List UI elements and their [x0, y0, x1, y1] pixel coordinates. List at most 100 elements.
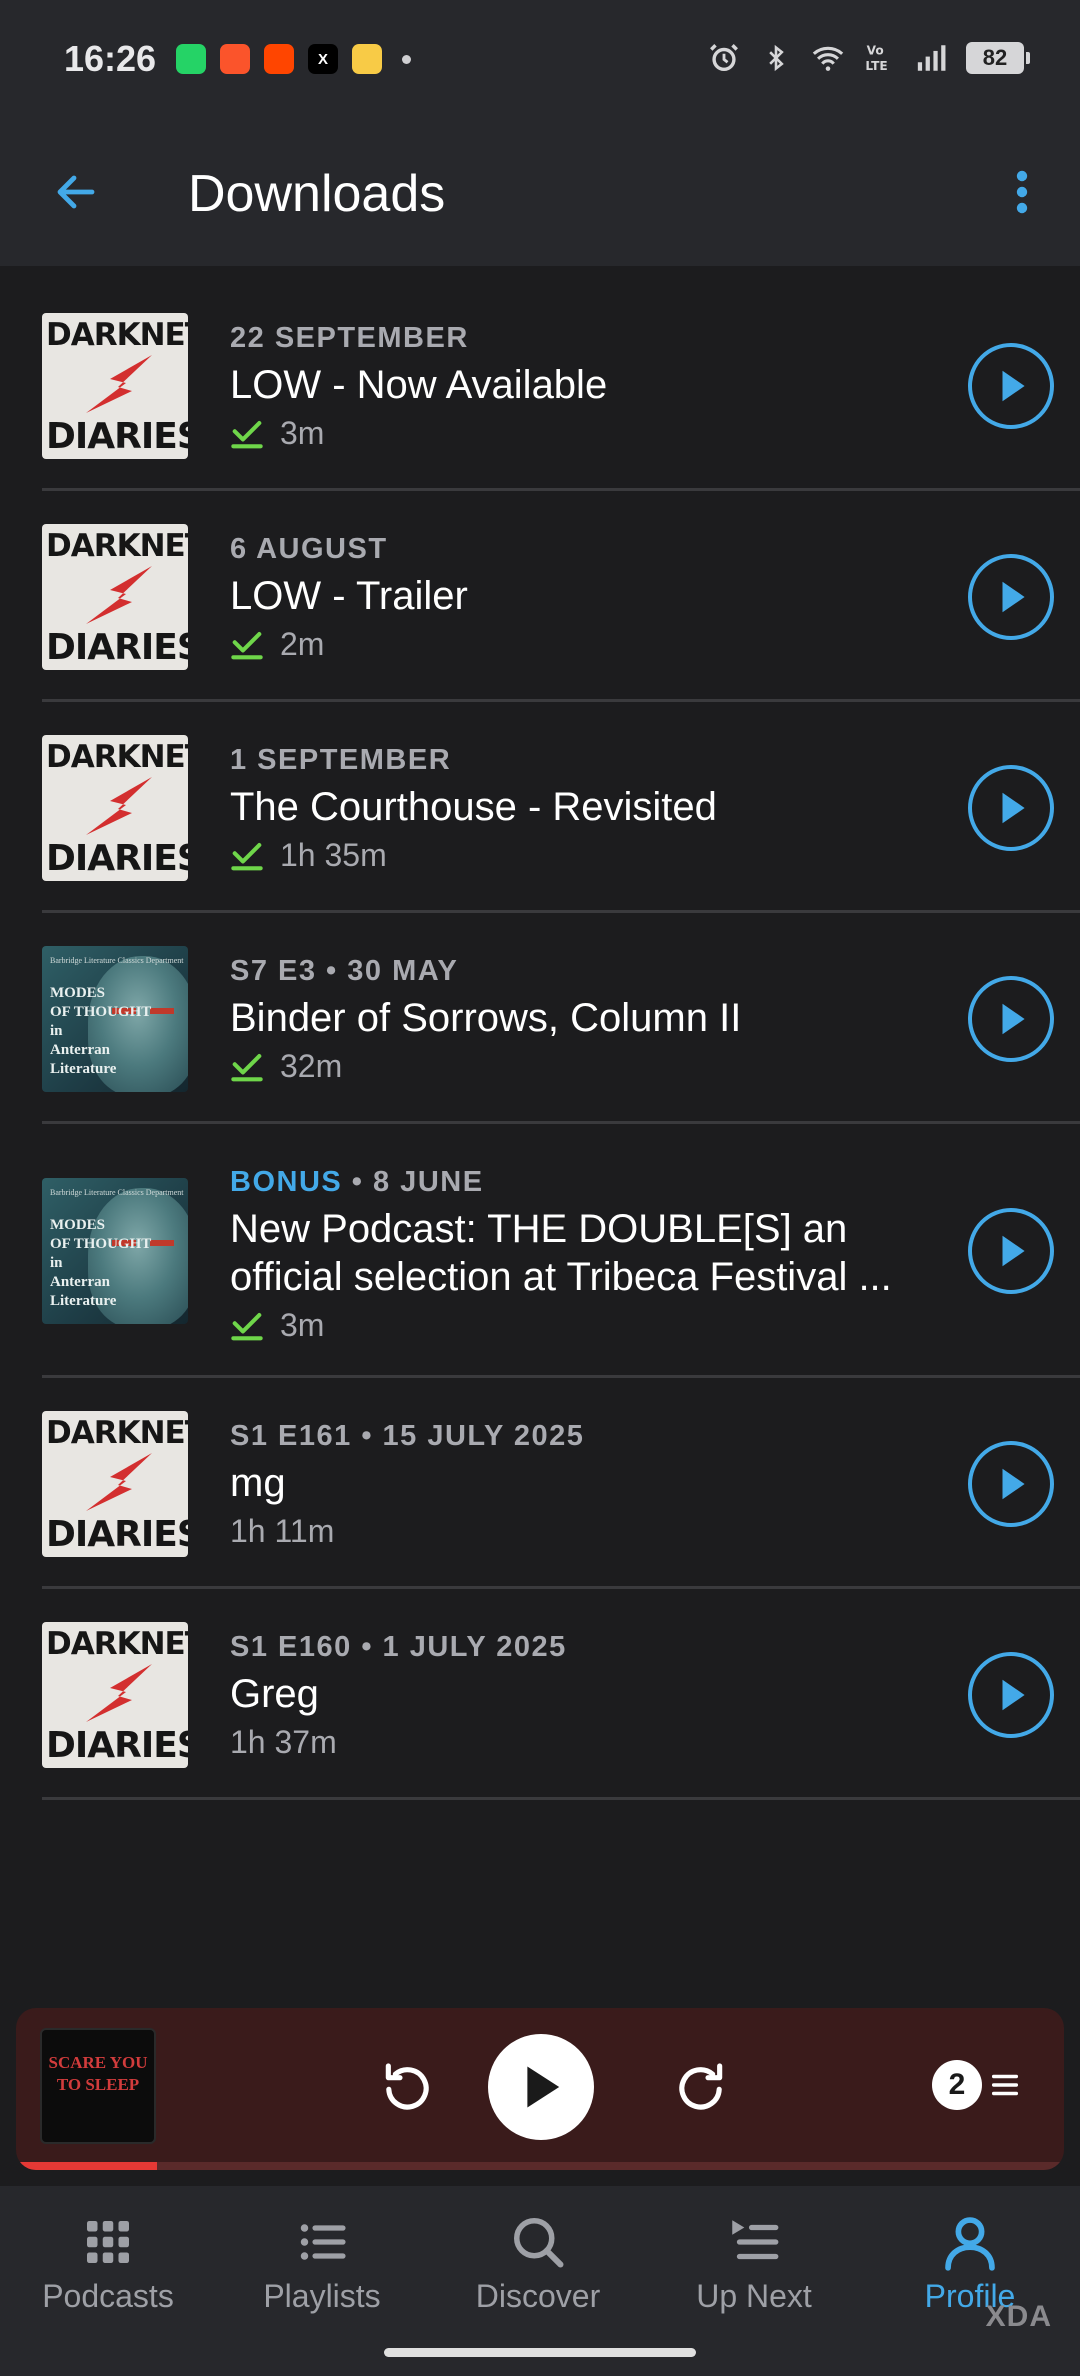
episode-play-button[interactable] — [968, 1441, 1054, 1527]
volte-icon: Vo LTE — [862, 40, 898, 76]
episode-status: 32m — [230, 1048, 930, 1085]
artwork-title-line: OF THOUGHT — [50, 1004, 152, 1020]
episode-artwork[interactable]: Barbridge Literature Classics Department… — [42, 1178, 188, 1324]
top-bar-area: 16:26 X Vo LTE 82 Downloads — [0, 0, 1080, 266]
nav-podcasts[interactable]: Podcasts — [0, 2210, 216, 2330]
artwork-title-bottom: DIARIES — [46, 1514, 188, 1555]
episode-info: 22 SEPTEMBER LOW - Now Available 3m — [230, 322, 930, 452]
skip-back-icon — [385, 2063, 429, 2110]
episode-play-button[interactable] — [968, 765, 1054, 851]
skip-forward-icon — [679, 2063, 723, 2110]
episode-artwork[interactable]: DARKNET DIARIES — [42, 524, 188, 670]
artwork-title-top: DARKNET — [46, 528, 188, 564]
episode-duration: 32m — [280, 1048, 343, 1084]
up-next-icon — [722, 2210, 786, 2274]
playback-progress[interactable] — [16, 2162, 1064, 2170]
episode-date: 1 SEPTEMBER — [230, 744, 452, 776]
playback-progress-fill — [16, 2162, 158, 2170]
episode-info: S1 E160 • 1 JULY 2025 Greg 1h 37m — [230, 1631, 930, 1761]
episode-artwork[interactable]: DARKNET DIARIES — [42, 735, 188, 881]
nav-label: Discover — [475, 2278, 601, 2314]
artwork-title: MODES OF THOUGHT in Anterran Literature — [50, 1216, 151, 1311]
artwork-title-bottom: DIARIES — [46, 416, 188, 457]
page-title: Downloads — [188, 165, 446, 223]
statue-eye — [150, 1240, 174, 1246]
artwork-title-bottom: DIARIES — [46, 838, 188, 879]
play-icon — [1002, 370, 1025, 402]
home-indicator[interactable] — [384, 2348, 696, 2357]
episode-title: mg — [230, 1461, 286, 1505]
episode-info: S7 E3 • 30 MAY Binder of Sorrows, Column … — [230, 955, 930, 1085]
episode-row[interactable]: Barbridge Literature Classics Department… — [42, 1124, 1080, 1378]
artwork-title-line: MODES — [50, 1217, 106, 1233]
episode-play-button[interactable] — [968, 554, 1054, 640]
episode-play-button[interactable] — [968, 1208, 1054, 1294]
episode-status: 1h 35m — [230, 837, 930, 874]
lightning-bolt-icon — [86, 1664, 152, 1722]
episode-title: LOW - Now Available — [230, 363, 608, 407]
artwork-title-line: Anterran — [50, 1042, 110, 1058]
episode-artwork[interactable]: DARKNET DIARIES — [42, 1622, 188, 1768]
status-bar: 16:26 X Vo LTE 82 — [0, 0, 1080, 120]
svg-text:Vo: Vo — [867, 43, 884, 57]
now-playing-artwork[interactable]: SCARE YOU TO SLEEP — [40, 2028, 156, 2144]
now-playing-art-text: SCARE YOU TO SLEEP — [48, 2053, 148, 2094]
queue-list-icon — [991, 2074, 1019, 2096]
episode-duration: 1h 35m — [280, 837, 387, 873]
episode-row[interactable]: DARKNET DIARIES S1 E161 • 15 JULY 2025 mg 1h… — [42, 1378, 1080, 1589]
episode-status: 2m — [230, 626, 930, 663]
queue-button[interactable]: 2 — [932, 2060, 1022, 2110]
mini-player[interactable]: SCARE YOU TO SLEEP 2 — [16, 2008, 1064, 2170]
episode-title: The Courthouse - Revisited — [230, 785, 717, 829]
battery-level: 82 — [982, 45, 1008, 70]
episode-list: DARKNET DIARIES 22 SEPTEMBER LOW - Now Avai… — [0, 280, 1080, 1800]
episode-row[interactable]: DARKNET DIARIES 6 AUGUST LOW - Trailer 2m — [42, 491, 1080, 702]
nav-label: Playlists — [263, 2278, 381, 2314]
episode-status: 3m — [230, 1307, 930, 1344]
artwork-title-line: MODES — [50, 985, 106, 1001]
downloaded-check-icon — [231, 420, 263, 448]
nav-discover[interactable]: Discover — [430, 2210, 646, 2330]
whatsapp-icon — [176, 44, 206, 74]
artwork-title-line: Literature — [50, 1061, 117, 1077]
episode-status: 3m — [230, 415, 930, 452]
episode-status: 1h 37m — [230, 1724, 930, 1761]
nav-up-next[interactable]: Up Next — [646, 2210, 862, 2330]
episode-artwork[interactable]: DARKNET DIARIES — [42, 1411, 188, 1557]
artwork-title-line: Literature — [50, 1293, 117, 1309]
statue-eye — [150, 1008, 174, 1014]
play-icon — [1002, 1235, 1025, 1267]
episode-info: BONUS • 8 JUNE New Podcast: THE DOUBLE[S]… — [230, 1166, 930, 1344]
episode-play-button[interactable] — [968, 343, 1054, 429]
episode-play-button[interactable] — [968, 976, 1054, 1062]
episode-row[interactable]: DARKNET DIARIES S1 E160 • 1 JULY 2025 Greg 1… — [42, 1589, 1080, 1800]
more-options-button[interactable] — [986, 156, 1058, 228]
nav-label: Podcasts — [42, 2278, 174, 2314]
episode-artwork[interactable]: Barbridge Literature Classics Department… — [42, 946, 188, 1092]
artwork-title-bottom: DIARIES — [46, 1725, 188, 1766]
episode-row[interactable]: DARKNET DIARIES 22 SEPTEMBER LOW - Now Avai… — [42, 280, 1080, 491]
artwork-title-top: DARKNET — [46, 739, 188, 775]
episode-play-button[interactable] — [968, 1652, 1054, 1738]
back-button[interactable] — [40, 156, 112, 228]
skip-back-button[interactable] — [374, 2054, 440, 2120]
play-icon — [1002, 792, 1025, 824]
arrow-left-icon — [57, 175, 95, 209]
nav-playlists[interactable]: Playlists — [214, 2210, 430, 2330]
play-button[interactable] — [488, 2034, 594, 2140]
skip-forward-button[interactable] — [668, 2054, 734, 2120]
lightning-bolt-icon — [86, 777, 152, 835]
episode-row[interactable]: Barbridge Literature Classics Department… — [42, 913, 1080, 1124]
episode-title: Greg — [230, 1672, 319, 1716]
episode-row[interactable]: DARKNET DIARIES 1 SEPTEMBER The Courthouse … — [42, 702, 1080, 913]
episode-duration: 1h 37m — [230, 1724, 337, 1760]
profile-icon — [938, 2210, 1002, 2274]
artwork-title-line: OF THOUGHT — [50, 1236, 152, 1252]
episode-info: 1 SEPTEMBER The Courthouse - Revisited 1h … — [230, 744, 930, 874]
artwork-title-top: DARKNET — [46, 317, 188, 353]
blinkit-icon — [352, 44, 382, 74]
episode-artwork[interactable]: DARKNET DIARIES — [42, 313, 188, 459]
downloaded-check-icon — [231, 1053, 263, 1081]
svg-text:LTE: LTE — [865, 59, 887, 73]
bonus-badge: BONUS — [230, 1166, 343, 1198]
